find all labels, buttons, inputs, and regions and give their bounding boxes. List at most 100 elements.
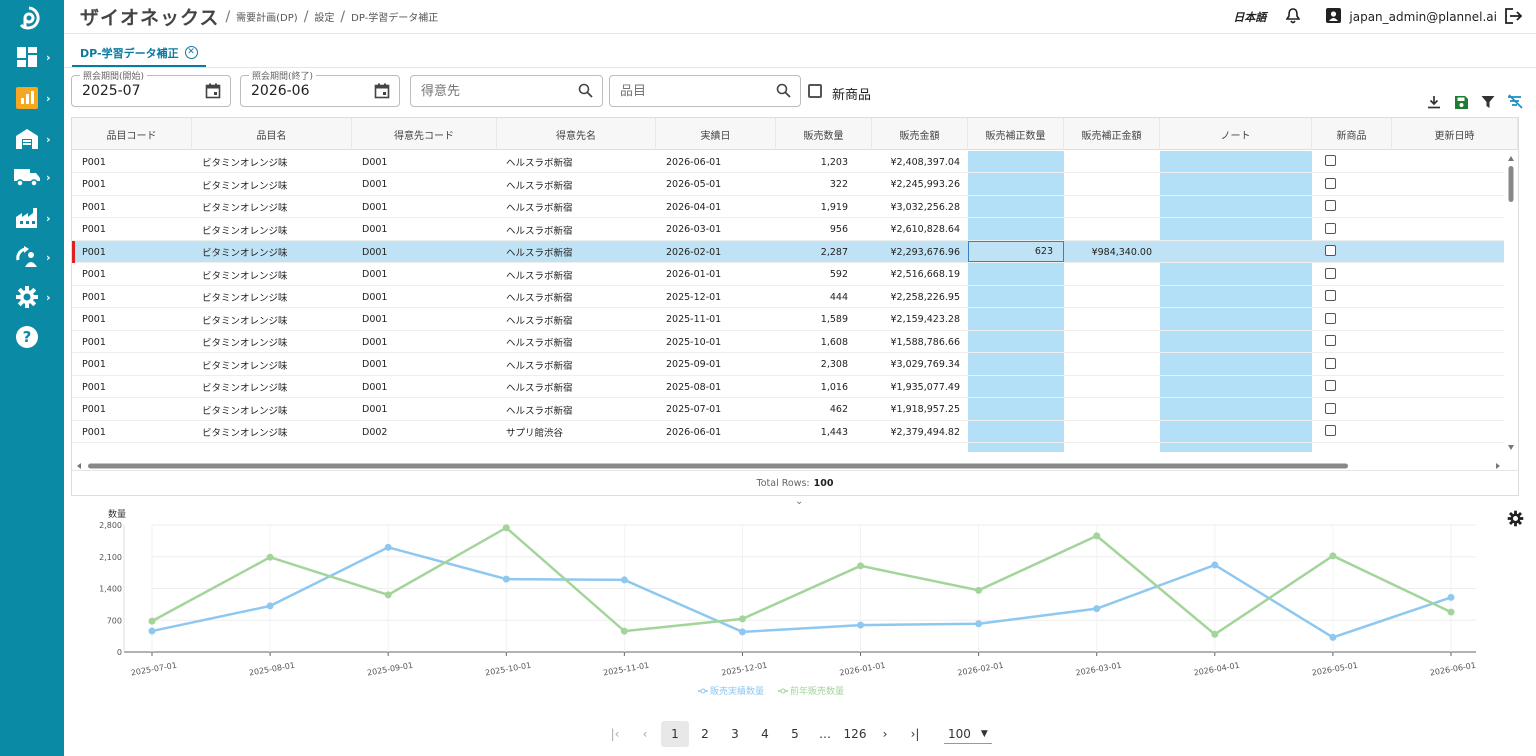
- vertical-scrollbar[interactable]: [1506, 154, 1516, 454]
- new-item-row-checkbox[interactable]: [1325, 380, 1336, 391]
- column-header[interactable]: ノート: [1160, 118, 1312, 150]
- table-cell[interactable]: [1064, 174, 1152, 196]
- table-cell[interactable]: [1064, 376, 1152, 398]
- column-header[interactable]: 新商品: [1312, 118, 1392, 150]
- new-item-row-checkbox[interactable]: [1325, 425, 1336, 436]
- column-header[interactable]: 更新日時: [1392, 118, 1518, 150]
- breadcrumb-item[interactable]: 設定: [314, 9, 334, 24]
- calendar-icon[interactable]: [205, 83, 221, 103]
- search-icon[interactable]: [776, 83, 791, 102]
- sidebar-item-factory[interactable]: ›: [14, 203, 58, 233]
- customer-search-input[interactable]: [421, 83, 551, 99]
- new-item-row-checkbox[interactable]: [1325, 290, 1336, 301]
- table-cell[interactable]: [968, 219, 1054, 241]
- table-cell[interactable]: [1064, 151, 1152, 173]
- page-number[interactable]: 4: [751, 721, 779, 747]
- column-header[interactable]: 実績日: [656, 118, 776, 150]
- column-header[interactable]: 品目コード: [72, 118, 192, 150]
- table-cell[interactable]: [1064, 196, 1152, 218]
- new-item-checkbox[interactable]: [808, 84, 822, 98]
- sidebar-item-dashboard[interactable]: ›: [14, 42, 58, 72]
- page-number[interactable]: 2: [691, 721, 719, 747]
- table-row[interactable]: P001 ビタミンオレンジ味 D001 ヘルスラボ新宿 2025-12-01 444 ¥2,…: [72, 286, 1504, 308]
- search-icon[interactable]: [578, 83, 593, 102]
- horizontal-scrollbar[interactable]: [76, 456, 1512, 469]
- table-cell[interactable]: [968, 399, 1054, 421]
- table-cell[interactable]: [1064, 286, 1152, 308]
- table-row[interactable]: P001 ビタミンオレンジ味 D001 ヘルスラボ新宿 2026-06-01 1,203 ¥…: [72, 151, 1504, 173]
- item-search-input[interactable]: [620, 83, 750, 99]
- breadcrumb-item[interactable]: 需要計画(DP): [236, 9, 298, 24]
- table-cell[interactable]: [968, 286, 1054, 308]
- clear-filter-icon[interactable]: [1506, 93, 1524, 111]
- column-header[interactable]: 品目名: [192, 118, 352, 150]
- new-item-row-checkbox[interactable]: [1325, 245, 1336, 256]
- page-number[interactable]: 3: [721, 721, 749, 747]
- chart-settings-gear-icon[interactable]: [1507, 510, 1524, 531]
- table-row[interactable]: P001 ビタミンオレンジ味 D001 ヘルスラボ新宿 2025-07-01 462 ¥1,…: [72, 399, 1504, 421]
- page-size-select[interactable]: 100 ▼: [944, 725, 992, 744]
- table-row[interactable]: P001 ビタミンオレンジ味 D001 ヘルスラボ新宿 2026-03-01 956 ¥2,…: [72, 219, 1504, 241]
- table-cell[interactable]: [1064, 264, 1152, 286]
- download-icon[interactable]: [1425, 93, 1443, 111]
- table-cell[interactable]: [1064, 354, 1152, 376]
- table-row[interactable]: P001 ビタミンオレンジ味 D001 ヘルスラボ新宿 2025-08-01 1,016 ¥…: [72, 376, 1504, 398]
- table-cell[interactable]: [968, 421, 1054, 443]
- prev-page-icon[interactable]: ‹: [631, 721, 659, 747]
- table-row[interactable]: P001 ビタミンオレンジ味 D001 ヘルスラボ新宿 2025-11-01 1,589 ¥…: [72, 309, 1504, 331]
- first-page-icon[interactable]: |‹: [601, 721, 629, 747]
- table-cell[interactable]: [968, 151, 1054, 173]
- sidebar-item-help[interactable]: ?: [14, 322, 58, 352]
- new-item-row-checkbox[interactable]: [1325, 155, 1336, 166]
- new-item-row-checkbox[interactable]: [1325, 200, 1336, 211]
- calendar-icon[interactable]: [374, 83, 390, 103]
- page-number[interactable]: 1: [661, 721, 689, 747]
- end-period-field[interactable]: 照会期間(終了) 2026-06: [240, 69, 400, 107]
- table-cell[interactable]: [968, 264, 1054, 286]
- table-cell[interactable]: [968, 309, 1054, 331]
- table-row[interactable]: P001 ビタミンオレンジ味 D001 ヘルスラボ新宿 2026-04-01 1,919 ¥…: [72, 196, 1504, 218]
- table-cell[interactable]: 623: [968, 241, 1064, 262]
- new-item-row-checkbox[interactable]: [1325, 177, 1336, 189]
- table-cell[interactable]: [968, 174, 1054, 196]
- table-row[interactable]: P001 ビタミンオレンジ味 D001 ヘルスラボ新宿 2026-01-01 592 ¥2,…: [72, 264, 1504, 286]
- column-header[interactable]: 得意先コード: [352, 118, 497, 150]
- table-cell[interactable]: [1064, 309, 1152, 331]
- column-header[interactable]: 販売数量: [776, 118, 872, 150]
- table-row[interactable]: P001 ビタミンオレンジ味 D001 ヘルスラボ新宿 2025-09-01 2,308 ¥…: [72, 354, 1504, 376]
- start-period-field[interactable]: 照会期間(開始) 2025-07: [71, 69, 231, 107]
- next-page-icon[interactable]: ›: [871, 721, 899, 747]
- new-item-row-checkbox[interactable]: [1325, 312, 1336, 324]
- column-header[interactable]: 販売補正数量: [968, 118, 1064, 150]
- table-row[interactable]: P001 ビタミンオレンジ味 D001 ヘルスラボ新宿 2026-05-01 322 ¥2,…: [72, 174, 1504, 196]
- customer-search-field[interactable]: [410, 75, 603, 107]
- tab-dp-training-data[interactable]: DP-学習データ補正 ✕: [72, 40, 206, 67]
- bell-icon[interactable]: [1285, 7, 1301, 27]
- sidebar-item-demand-planning[interactable]: ›: [14, 83, 58, 113]
- item-search-field[interactable]: [609, 75, 801, 107]
- table-row[interactable]: P001 ビタミンオレンジ味 D001 ヘルスラボ新宿 2026-02-01 2,287 ¥…: [72, 241, 1504, 263]
- column-header[interactable]: 販売補正金額: [1064, 118, 1160, 150]
- new-item-row-checkbox[interactable]: [1325, 335, 1336, 346]
- sidebar-item-warehouse[interactable]: ›: [14, 124, 58, 154]
- table-cell[interactable]: [1064, 421, 1152, 443]
- table-cell[interactable]: [968, 331, 1054, 353]
- table-row[interactable]: P001 ビタミンオレンジ味 D002 サプリ館渋谷 2026-06-01 1,443 ¥2…: [72, 421, 1504, 443]
- logout-icon[interactable]: [1505, 7, 1523, 27]
- user-account-icon[interactable]: [1326, 8, 1342, 26]
- page-number[interactable]: 5: [781, 721, 809, 747]
- new-item-row-checkbox[interactable]: [1325, 267, 1336, 279]
- sidebar-item-supply[interactable]: ›: [14, 242, 58, 272]
- sidebar-item-logistics[interactable]: ›: [14, 162, 58, 192]
- close-icon[interactable]: ✕: [184, 46, 198, 59]
- filter-icon[interactable]: [1479, 93, 1497, 111]
- last-page-icon[interactable]: ›|: [901, 721, 929, 747]
- new-item-row-checkbox[interactable]: [1325, 222, 1336, 234]
- new-item-row-checkbox[interactable]: [1325, 357, 1336, 369]
- page-number[interactable]: 126: [841, 721, 869, 747]
- table-cell[interactable]: [968, 376, 1054, 398]
- table-cell[interactable]: [1064, 331, 1152, 353]
- language-selector[interactable]: 日本語: [1233, 9, 1266, 25]
- table-row[interactable]: P001 ビタミンオレンジ味 D001 ヘルスラボ新宿 2025-10-01 1,608 ¥…: [72, 331, 1504, 353]
- new-item-row-checkbox[interactable]: [1325, 402, 1336, 414]
